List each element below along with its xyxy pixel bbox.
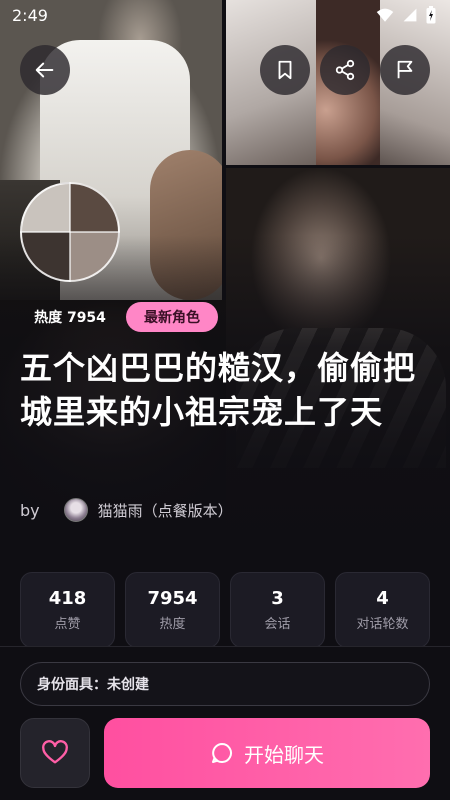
stat-heat: 7954 热度 xyxy=(125,572,220,648)
back-button[interactable] xyxy=(20,45,70,95)
favorite-button[interactable] xyxy=(20,718,90,788)
author-by-label: by xyxy=(20,500,40,520)
stat-likes: 418 点赞 xyxy=(20,572,115,648)
new-role-badge: 最新角色 xyxy=(126,302,218,332)
stats-row: 418 点赞 7954 热度 3 会话 4 对话轮数 xyxy=(20,572,430,648)
character-title: 五个凶巴巴的糙汉，偷偷把城里来的小祖宗宠上了天 xyxy=(20,349,417,431)
stat-label: 会话 xyxy=(264,617,291,632)
chat-bubble-icon xyxy=(212,743,232,763)
stat-label: 热度 xyxy=(159,617,186,632)
stat-rounds: 4 对话轮数 xyxy=(335,572,430,648)
wifi-icon xyxy=(376,8,394,22)
battery-icon xyxy=(426,6,436,24)
heart-icon xyxy=(42,740,68,764)
stat-sessions: 3 会话 xyxy=(230,572,325,648)
share-button[interactable] xyxy=(320,45,370,95)
status-bar: 2:49 xyxy=(0,0,450,30)
start-chat-label: 开始聊天 xyxy=(244,742,324,767)
start-chat-button[interactable]: 开始聊天 xyxy=(104,718,430,788)
bookmark-button[interactable] xyxy=(260,45,310,95)
flag-icon xyxy=(397,60,413,79)
signal-icon xyxy=(403,8,417,22)
author-row[interactable]: by 猫猫雨（点餐版本） xyxy=(20,496,233,524)
persona-mask-selector[interactable]: 身份面具：未创建 xyxy=(20,662,430,706)
arrow-left-icon xyxy=(35,62,54,78)
share-icon xyxy=(335,59,355,81)
stat-value: 3 xyxy=(271,588,284,609)
bookmark-icon xyxy=(278,60,292,80)
author-avatar xyxy=(63,498,88,522)
character-avatar xyxy=(20,182,120,282)
heat-tag: 热度 7954 xyxy=(34,310,106,326)
author-name: 猫猫雨（点餐版本） xyxy=(97,501,233,520)
stat-value: 7954 xyxy=(147,588,198,609)
report-button[interactable] xyxy=(380,45,430,95)
stat-label: 对话轮数 xyxy=(356,617,409,632)
stat-label: 点赞 xyxy=(54,617,81,632)
stat-value: 4 xyxy=(376,588,389,609)
status-time: 2:49 xyxy=(12,5,48,25)
stat-value: 418 xyxy=(48,588,87,609)
